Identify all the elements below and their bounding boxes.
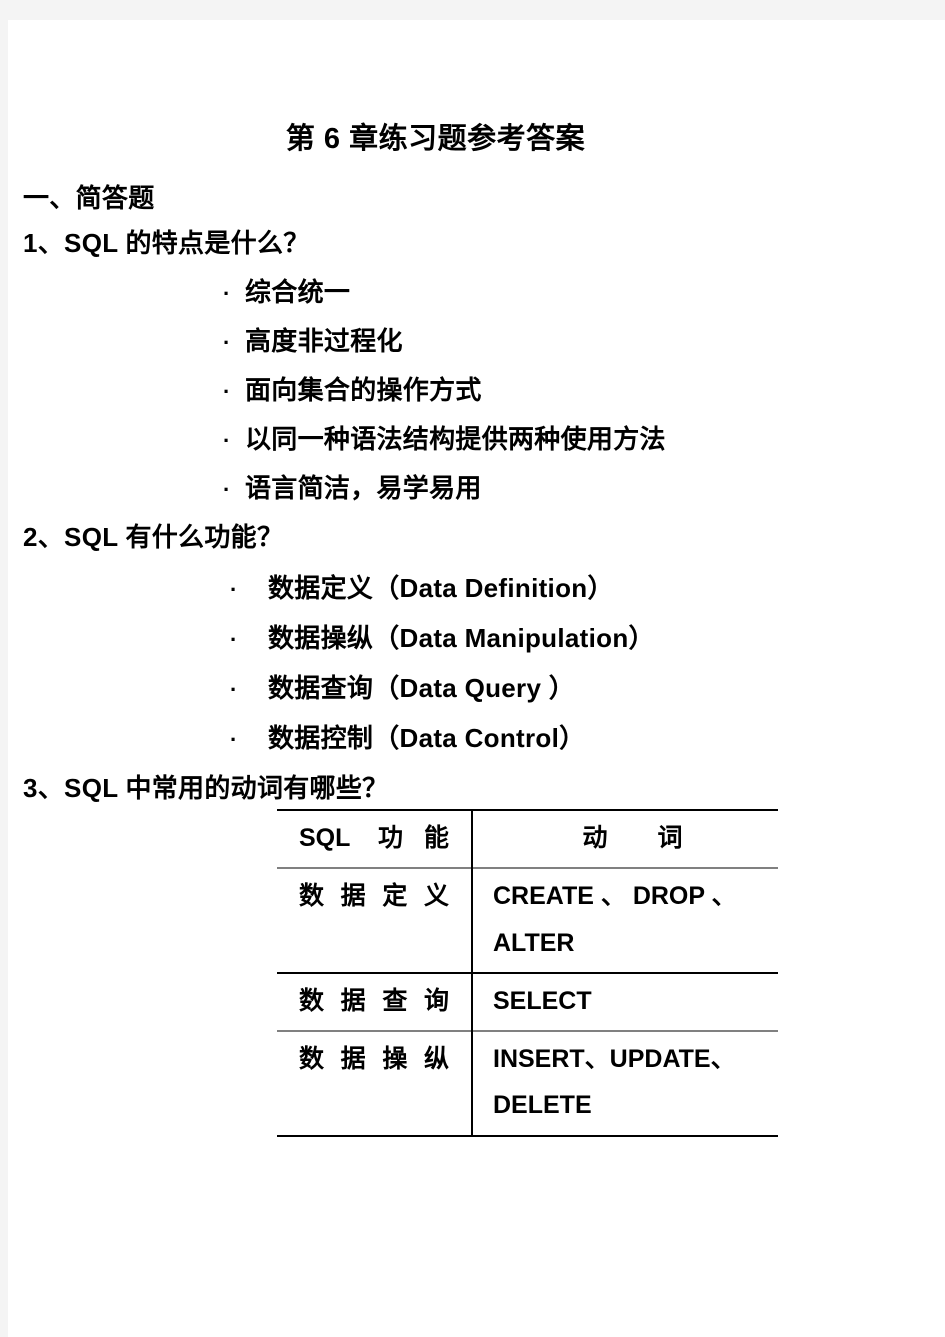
bullet-icon: ·	[223, 281, 231, 306]
bullet-icon: ·	[223, 428, 231, 453]
question-2-label: 2、SQL 有什么功能？	[23, 522, 284, 552]
table-row: 数据操纵 INSERT、UPDATE、DELETE	[277, 1030, 778, 1136]
bullet-icon: ·	[230, 627, 238, 652]
table-header-row: SQL 功能 动 词	[277, 808, 778, 869]
page-title: 第 6 章练习题参考答案	[285, 123, 586, 155]
table-header-function: SQL 功能	[277, 808, 473, 869]
list-item-label: 数据操纵（Data Manipulation）	[268, 623, 655, 653]
cell-function: 数据操纵	[277, 1030, 473, 1136]
list-item-label: 语言简洁，易学易用	[245, 473, 482, 503]
bullet-icon: ·	[230, 727, 238, 752]
bullet-icon: ·	[230, 577, 238, 602]
list-item: · 数据控制（Data Control）	[230, 718, 585, 755]
list-item-label: 综合统一	[245, 277, 351, 307]
list-item: · 以同一种语法结构提供两种使用方法	[223, 419, 666, 456]
list-item-label: 数据控制（Data Control）	[268, 723, 586, 753]
bullet-icon: ·	[223, 477, 231, 502]
list-item: · 语言简洁，易学易用	[223, 468, 482, 505]
list-item: · 面向集合的操作方式	[223, 370, 482, 407]
cell-verbs: SELECT	[472, 971, 778, 1031]
table-row: 数据查询 SELECT	[277, 971, 778, 1031]
question-1-label: 1、SQL 的特点是什么？	[23, 228, 310, 258]
list-item-label: 面向集合的操作方式	[245, 375, 482, 405]
section-heading-short-answer: 一、简答题	[23, 183, 155, 213]
list-item-label: 数据查询（Data Query ）	[268, 673, 576, 703]
list-item-label: 数据定义（Data Definition）	[268, 573, 614, 603]
cell-verbs: CREATE 、 DROP 、 ALTER	[472, 867, 778, 973]
table-header-verb: 动 词	[472, 808, 778, 869]
list-item: · 数据查询（Data Query ）	[230, 668, 575, 705]
cell-verbs: INSERT、UPDATE、DELETE	[472, 1030, 778, 1136]
list-item-label: 以同一种语法结构提供两种使用方法	[245, 424, 666, 454]
list-item-label: 高度非过程化	[245, 326, 403, 356]
list-item: · 数据操纵（Data Manipulation）	[230, 618, 655, 655]
bullet-icon: ·	[223, 330, 231, 355]
cell-function: 数据查询	[277, 971, 473, 1031]
sql-verbs-table: SQL 功能 动 词 数据定义 CREATE 、 DROP 、 ALTER 数据…	[277, 808, 778, 1138]
table-bottom-rule-right	[472, 1134, 778, 1138]
table-bottom-rule-left	[277, 1134, 472, 1138]
bullet-icon: ·	[230, 677, 238, 702]
list-item: · 综合统一	[223, 272, 350, 309]
table-bottom-rule	[277, 1134, 778, 1138]
question-3-label: 3、SQL 中常用的动词有哪些？	[23, 773, 389, 803]
table-row: 数据定义 CREATE 、 DROP 、 ALTER	[277, 867, 778, 973]
document-page: 第 6 章练习题参考答案 一、简答题 1、SQL 的特点是什么？ · 综合统一 …	[8, 20, 945, 1337]
bullet-icon: ·	[223, 379, 231, 404]
list-item: · 高度非过程化	[223, 321, 403, 358]
list-item: · 数据定义（Data Definition）	[230, 568, 614, 605]
cell-function: 数据定义	[277, 867, 473, 973]
